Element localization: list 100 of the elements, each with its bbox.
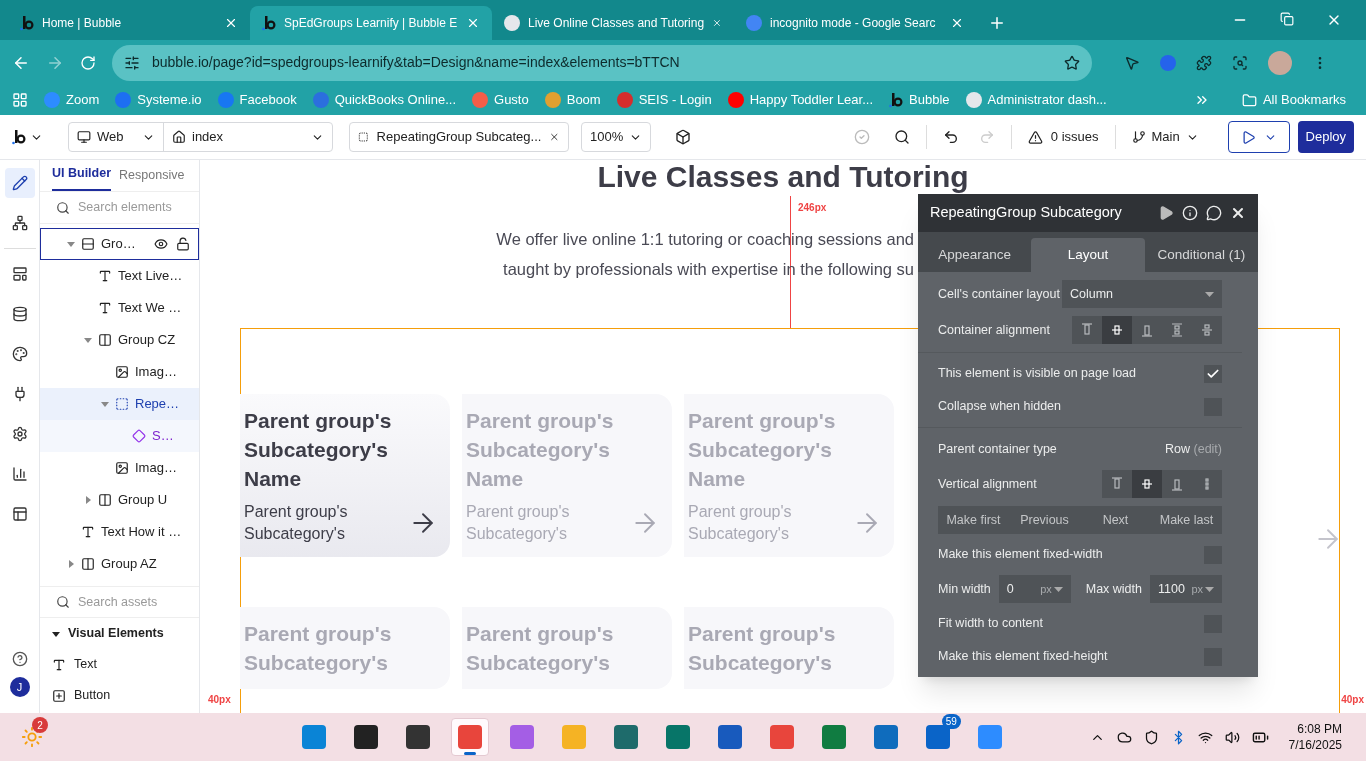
monitor-icon[interactable] (77, 130, 91, 144)
clock-date[interactable]: 7/16/2025 (1288, 737, 1342, 753)
checkbox-label: Make this element fixed-height (938, 648, 1108, 666)
folder-icon[interactable] (1241, 92, 1257, 108)
info-icon[interactable] (1182, 205, 1198, 221)
undo-icon[interactable] (942, 129, 959, 145)
warning-icon[interactable] (1027, 129, 1043, 145)
category-header[interactable]: Visual Elements (40, 618, 199, 649)
browser-tab[interactable]: incognito mode - Google Searc (734, 6, 976, 40)
alignment-option[interactable] (1102, 316, 1132, 344)
notification-badge: 2 (32, 717, 48, 733)
clock-time[interactable]: 6:08 PM (1297, 721, 1342, 737)
branch-dropdown[interactable]: Main (1151, 127, 1180, 147)
browser-tab[interactable]: Home | Bubble (8, 6, 250, 40)
text-icon (81, 525, 95, 539)
field-label: Parent container type (938, 440, 1057, 458)
cursor-icon[interactable] (1124, 54, 1140, 71)
deploy-button[interactable]: Deploy (1297, 121, 1354, 153)
number-field[interactable]: 1100 (1158, 579, 1192, 599)
group-row-icon (81, 237, 95, 251)
order-button[interactable]: Next (1080, 506, 1151, 534)
sidebar-tab[interactable]: Responsive (119, 166, 185, 191)
bookmark-star-icon[interactable] (1064, 54, 1080, 71)
layer-item[interactable]: Group U (40, 484, 199, 516)
site-icon (746, 15, 762, 31)
close-icon[interactable] (1230, 205, 1246, 221)
layer-item[interactable]: Text We … (40, 292, 199, 324)
layer-item[interactable]: Gro… (40, 228, 199, 260)
distance-label: 40px (1341, 692, 1364, 707)
checkbox-label: This element is visible on page load (938, 365, 1137, 383)
layer-item[interactable]: Text Live… (40, 260, 199, 292)
layer-item[interactable]: Group CZ (40, 324, 199, 356)
help-icon[interactable] (11, 651, 28, 667)
field-label: Cell's container layout (938, 285, 1060, 303)
checkbox-label: Make this element fixed-width (938, 546, 1103, 564)
order-button[interactable]: Make last (1151, 506, 1222, 534)
address-bar[interactable]: bubble.io/page?id=spedgroups-learnify&tab=Design&name=index&elements=bTTCN (112, 44, 1092, 81)
site-icon (727, 92, 744, 108)
image-icon (115, 365, 129, 379)
wifi-icon[interactable] (1197, 729, 1213, 745)
lens-icon[interactable] (1232, 54, 1248, 71)
apps-icon[interactable] (12, 92, 28, 108)
repeating-icon (115, 397, 129, 411)
issues-button[interactable]: 0 issues (1050, 127, 1099, 147)
logo-icon (12, 129, 26, 145)
number-field[interactable]: 0 (1006, 579, 1041, 599)
lock-icon[interactable] (176, 237, 190, 251)
alignment-icon[interactable] (1109, 322, 1125, 338)
home-icon[interactable] (172, 130, 186, 144)
cube-icon[interactable] (675, 129, 691, 145)
caret-icon[interactable] (52, 629, 60, 638)
eye-icon[interactable] (154, 237, 168, 251)
app-icon[interactable] (405, 725, 430, 749)
layer-item[interactable]: Repe… (40, 388, 199, 420)
page-dropdown[interactable]: index (192, 127, 305, 147)
layer-item[interactable]: S… (40, 420, 199, 452)
checkbox[interactable] (1204, 364, 1222, 383)
user-avatar[interactable]: J (9, 677, 30, 697)
new-tab-icon[interactable] (988, 14, 1006, 32)
panel-tab[interactable]: Appearance (918, 238, 1032, 272)
comment-icon[interactable] (1206, 205, 1222, 221)
layer-item[interactable]: Text How it … (40, 516, 199, 548)
order-button[interactable]: Previous (1009, 506, 1080, 534)
preview-button[interactable] (1227, 121, 1290, 153)
panel-tab[interactable]: Layout (1031, 238, 1145, 272)
layout-dropdown[interactable]: Column (1062, 280, 1222, 308)
site-icon (504, 15, 520, 31)
unit-dropdown[interactable]: px (1191, 580, 1203, 598)
search-icon[interactable] (893, 129, 910, 145)
button-icon[interactable] (52, 688, 66, 703)
layer-item[interactable]: Imag… (40, 356, 199, 388)
asset-item[interactable]: Text (74, 655, 97, 674)
browser-tab[interactable]: Live Online Classes and Tutoring (492, 6, 734, 40)
design-tab-icon[interactable] (4, 168, 35, 198)
panel-tab[interactable]: Conditional (1) (1144, 238, 1258, 272)
order-button[interactable]: Make first (938, 506, 1009, 534)
play-icon[interactable] (1158, 205, 1174, 221)
cloud-icon[interactable] (1116, 729, 1132, 745)
branch-icon[interactable] (1131, 130, 1146, 144)
check-icon[interactable] (853, 129, 870, 145)
alignment-icon[interactable] (1139, 476, 1155, 492)
alignment-option[interactable] (1132, 470, 1162, 498)
layer-item[interactable]: Imag… (40, 452, 199, 484)
restore-icon[interactable] (1280, 12, 1294, 26)
reload-icon[interactable] (80, 54, 96, 71)
layer-item[interactable]: Group AZ (40, 548, 199, 580)
text-icon[interactable] (52, 657, 66, 672)
app-icon[interactable] (353, 725, 378, 749)
extensions-icon[interactable] (1196, 54, 1212, 71)
shield-icon[interactable] (1143, 729, 1159, 745)
platform-dropdown[interactable]: Web (97, 127, 136, 147)
asset-item[interactable]: Button (74, 686, 111, 705)
unit-dropdown[interactable]: px (1040, 580, 1052, 598)
site-settings-icon[interactable] (124, 54, 140, 71)
sidebar-tab[interactable]: UI Builder (52, 164, 112, 191)
card-title: Parent group's Subcategory's (466, 621, 615, 676)
search-icon (56, 595, 70, 609)
dashed-square-icon (358, 130, 369, 144)
checkbox-label: Collapse when hidden (938, 398, 1061, 416)
volume-icon[interactable] (1224, 729, 1240, 745)
